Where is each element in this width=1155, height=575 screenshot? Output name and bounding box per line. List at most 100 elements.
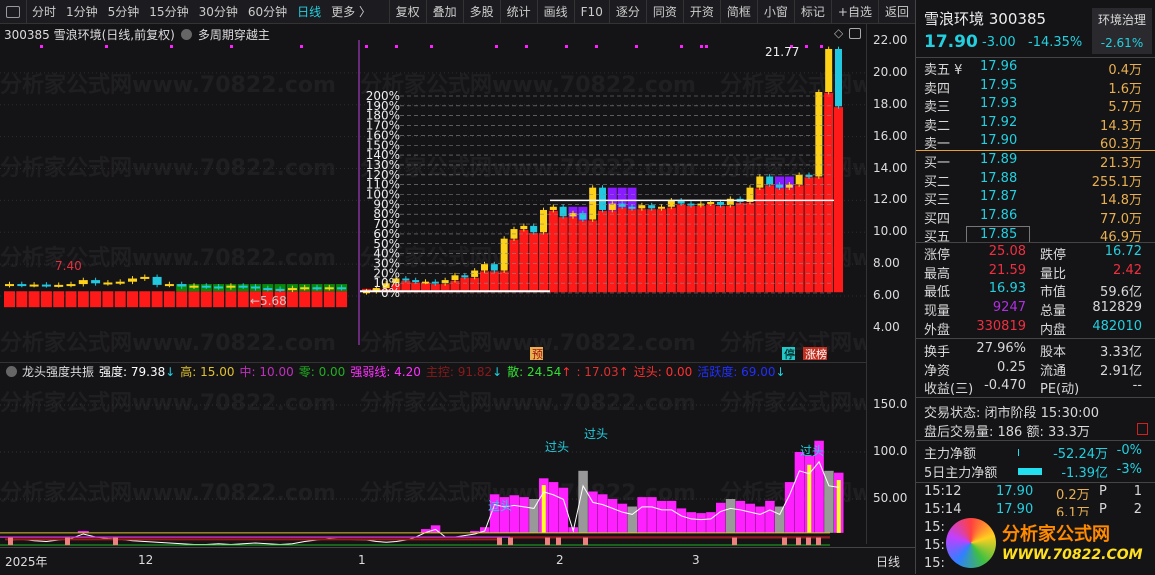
toolbar-button[interactable]: 返回 — [877, 0, 915, 24]
candle[interactable] — [17, 284, 27, 287]
candle[interactable] — [54, 284, 64, 287]
ask-row[interactable]: 卖二 17.92 14.3万 — [916, 115, 1155, 134]
ask-row[interactable]: 卖五 ¥ 17.96 0.4万 — [916, 59, 1155, 78]
toolbar-button[interactable]: 小窗 — [756, 0, 794, 24]
bid-row[interactable]: 买三 17.87 14.8万 — [916, 189, 1155, 208]
toolbar-button[interactable]: 同资 — [645, 0, 683, 24]
candle[interactable] — [103, 282, 113, 285]
candle[interactable] — [251, 286, 260, 289]
candle[interactable] — [412, 280, 420, 283]
ask-row[interactable]: 卖三 17.93 5.7万 — [916, 96, 1155, 115]
toolbar-button[interactable]: 开资 — [682, 0, 720, 24]
candle[interactable] — [589, 187, 597, 220]
candle[interactable] — [140, 276, 150, 279]
bid-row[interactable]: 买二 17.88 255.1万 — [916, 171, 1155, 190]
marker-pre[interactable]: 预 — [530, 347, 543, 360]
candle[interactable] — [238, 285, 248, 288]
candle[interactable] — [461, 275, 469, 278]
candle[interactable] — [667, 200, 675, 207]
candle[interactable] — [226, 285, 236, 288]
period-tab[interactable]: 30分钟 — [194, 3, 243, 20]
candle[interactable] — [128, 278, 137, 282]
candle[interactable] — [201, 285, 211, 288]
candle[interactable] — [481, 264, 488, 271]
indicator-menu-icon[interactable] — [6, 366, 17, 377]
ask-row[interactable]: 卖四 17.95 1.6万 — [916, 78, 1155, 97]
candle[interactable] — [164, 284, 174, 287]
candle[interactable] — [549, 206, 557, 210]
period-tab[interactable]: 日线 — [292, 3, 326, 20]
candle[interactable] — [599, 187, 606, 210]
period-tab[interactable]: 更多 〉 — [326, 3, 376, 20]
price-chart[interactable]: 分析家公式网www.70822.com 分析家公式网www.70822.com 分析… — [0, 40, 866, 360]
candle[interactable] — [520, 225, 528, 230]
sector-box[interactable]: 环境治理 -2.61% — [1092, 8, 1152, 54]
candle[interactable] — [91, 280, 101, 284]
toolbar-button[interactable]: 简框 — [719, 0, 757, 24]
candle[interactable] — [648, 205, 656, 209]
candle[interactable] — [287, 288, 297, 291]
chart-icon[interactable] — [1137, 423, 1148, 435]
toolbar-button[interactable]: 叠加 — [425, 0, 463, 24]
candle[interactable] — [441, 280, 449, 284]
candle[interactable] — [638, 205, 646, 209]
sidebar-toggle-icon[interactable] — [6, 5, 20, 18]
candle[interactable] — [805, 174, 813, 177]
bid-row[interactable]: 买一 17.89 21.3万 — [916, 152, 1155, 171]
candle[interactable] — [41, 284, 51, 287]
candle[interactable] — [5, 284, 14, 287]
candle[interactable] — [312, 287, 322, 290]
candle[interactable] — [451, 275, 459, 281]
candle[interactable] — [766, 176, 774, 185]
marker-rank[interactable]: 涨榜 — [803, 347, 827, 360]
diamond-icon[interactable]: ◇ — [834, 26, 843, 40]
dropdown-icon[interactable] — [180, 29, 192, 40]
candle[interactable] — [815, 92, 823, 177]
toolbar-button[interactable]: 复权 — [388, 0, 426, 24]
candle[interactable] — [275, 288, 285, 291]
marker-halt[interactable]: 停 — [782, 347, 795, 360]
candle[interactable] — [835, 48, 842, 107]
candle[interactable] — [795, 174, 803, 185]
candle[interactable] — [324, 287, 334, 290]
toolbar-button[interactable]: 逐分 — [608, 0, 646, 24]
candle[interactable] — [628, 206, 636, 209]
candle[interactable] — [471, 270, 479, 277]
toolbar-button[interactable]: F10 — [573, 0, 609, 24]
period-tab[interactable]: 分时 — [27, 3, 61, 20]
candle[interactable] — [337, 287, 347, 290]
candle[interactable] — [115, 281, 125, 284]
candle[interactable] — [500, 238, 508, 271]
toolbar-button[interactable]: 标记 — [793, 0, 831, 24]
candle[interactable] — [78, 280, 88, 285]
candle[interactable] — [300, 287, 310, 290]
toolbar-button[interactable]: 画线 — [536, 0, 574, 24]
candle[interactable] — [569, 213, 577, 217]
toolbar-button[interactable]: 多股 — [462, 0, 500, 24]
candle[interactable] — [559, 206, 567, 217]
candle[interactable] — [540, 209, 547, 233]
period-tab[interactable]: 5分钟 — [103, 3, 145, 20]
toolbar-button[interactable]: 统计 — [499, 0, 537, 24]
candle[interactable] — [177, 284, 187, 287]
candle[interactable] — [756, 176, 764, 188]
period-tab[interactable]: 60分钟 — [243, 3, 292, 20]
panel-toggle-icon[interactable] — [849, 28, 861, 39]
candle[interactable] — [189, 285, 199, 288]
strength-chart[interactable]: 分析家公式网www.70822.com 分析家公式网www.70822.com 分析… — [0, 380, 866, 547]
candle[interactable] — [490, 264, 498, 271]
candle[interactable] — [152, 276, 162, 285]
bid-row[interactable]: 买四 17.86 77.0万 — [916, 208, 1155, 227]
candle[interactable] — [402, 278, 410, 281]
period-tab[interactable]: 1分钟 — [61, 3, 103, 20]
toolbar-button[interactable]: +自选 — [830, 0, 878, 24]
candle[interactable] — [530, 225, 538, 233]
candle[interactable] — [658, 206, 665, 209]
candle[interactable] — [825, 48, 833, 93]
candle[interactable] — [717, 201, 724, 206]
candle[interactable] — [66, 284, 76, 287]
candle[interactable] — [263, 288, 273, 291]
candle[interactable] — [214, 286, 224, 289]
period-tab[interactable]: 15分钟 — [144, 3, 193, 20]
candle[interactable] — [707, 201, 715, 204]
